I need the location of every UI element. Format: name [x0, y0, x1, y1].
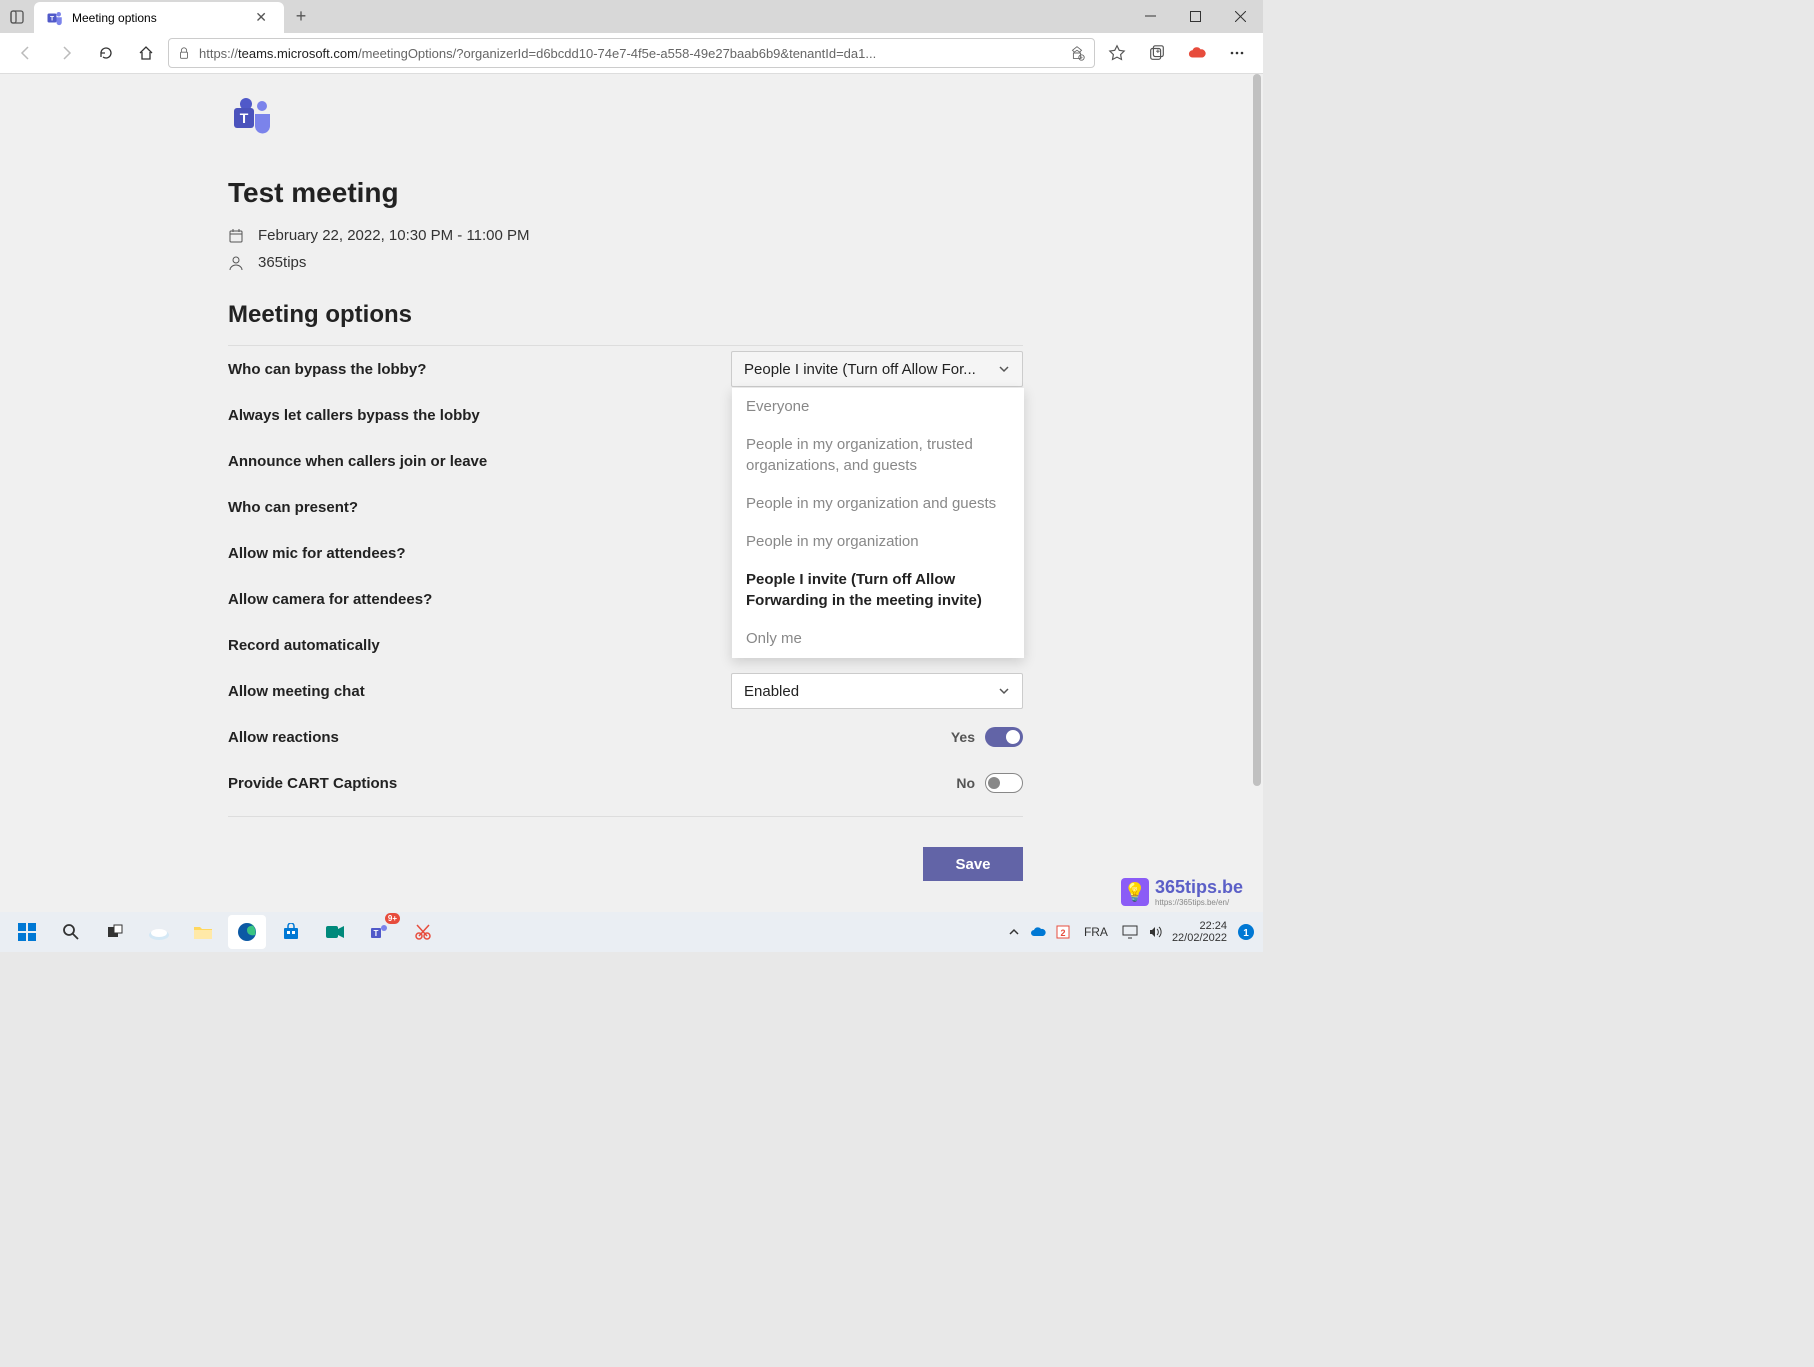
lobby-option[interactable]: People in my organization: [732, 523, 1024, 561]
record-label: Record automatically: [228, 637, 380, 654]
chevron-down-icon: [998, 363, 1010, 375]
reactions-label: Allow reactions: [228, 729, 339, 746]
organizer-row: 365tips: [228, 254, 1023, 271]
svg-text:T: T: [374, 929, 379, 938]
watermark: 💡 365tips.be https://365tips.be/en/: [1121, 877, 1243, 907]
system-tray: 2 FRA 22:24 22/02/2022 1: [1008, 920, 1255, 944]
refresh-button[interactable]: [88, 37, 124, 69]
maximize-button[interactable]: [1173, 0, 1218, 33]
browser-tab[interactable]: T Meeting options ✕: [34, 2, 284, 33]
notification-center-icon[interactable]: 1: [1237, 923, 1255, 941]
notification-badge: 9+: [385, 913, 400, 924]
tab-title: Meeting options: [72, 11, 242, 25]
scrollbar-vertical[interactable]: [1251, 74, 1263, 912]
chevron-up-icon[interactable]: [1008, 926, 1020, 938]
chat-dropdown-value: Enabled: [744, 683, 998, 700]
lightbulb-icon: 💡: [1121, 878, 1149, 906]
task-view-button[interactable]: [96, 915, 134, 949]
page-viewport: T Test meeting February 22, 2022, 10:30 …: [0, 74, 1251, 912]
onedrive-tray-icon[interactable]: [1030, 926, 1046, 938]
language-indicator[interactable]: FRA: [1080, 925, 1112, 939]
meeting-datetime-row: February 22, 2022, 10:30 PM - 11:00 PM: [228, 227, 1023, 244]
volume-icon[interactable]: [1148, 925, 1162, 939]
tray-icon[interactable]: 2: [1056, 925, 1070, 939]
chat-label: Allow meeting chat: [228, 683, 365, 700]
url-text: https://teams.microsoft.com/meetingOptio…: [199, 46, 876, 61]
lock-icon: [177, 46, 191, 60]
announce-label: Announce when callers join or leave: [228, 453, 487, 470]
reactions-state: Yes: [951, 729, 975, 745]
divider: [228, 816, 1023, 817]
calendar-icon: [228, 228, 244, 244]
window-titlebar: T Meeting options ✕ +: [0, 0, 1263, 33]
home-button[interactable]: [128, 37, 164, 69]
cart-state: No: [956, 775, 975, 791]
search-button[interactable]: [52, 915, 90, 949]
teams-icon: T: [46, 9, 64, 27]
cart-label: Provide CART Captions: [228, 775, 397, 792]
taskbar-app[interactable]: [140, 915, 178, 949]
lobby-dropdown[interactable]: People I invite (Turn off Allow For... E…: [731, 351, 1023, 387]
cart-toggle[interactable]: [985, 773, 1023, 793]
address-bar[interactable]: https://teams.microsoft.com/meetingOptio…: [168, 38, 1095, 68]
lobby-label: Who can bypass the lobby?: [228, 361, 426, 378]
section-title: Meeting options: [228, 301, 1023, 329]
cloud-icon[interactable]: [1179, 37, 1215, 69]
forward-button[interactable]: [48, 37, 84, 69]
meeting-datetime: February 22, 2022, 10:30 PM - 11:00 PM: [258, 227, 530, 244]
chat-dropdown[interactable]: Enabled: [731, 673, 1023, 709]
lobby-dropdown-menu: Everyone People in my organization, trus…: [732, 388, 1024, 658]
meeting-title: Test meeting: [228, 177, 1023, 209]
file-explorer-button[interactable]: [184, 915, 222, 949]
close-tab-icon[interactable]: ✕: [250, 7, 272, 28]
tab-actions-button[interactable]: [0, 0, 34, 33]
lobby-option[interactable]: People in my organization and guests: [732, 485, 1024, 523]
svg-text:2: 2: [1060, 928, 1065, 938]
organizer-name: 365tips: [258, 254, 306, 271]
minimize-button[interactable]: [1128, 0, 1173, 33]
reactions-toggle[interactable]: [985, 727, 1023, 747]
lobby-option-selected[interactable]: People I invite (Turn off Allow Forwardi…: [732, 561, 1024, 620]
start-button[interactable]: [8, 915, 46, 949]
teams-logo: T: [228, 94, 276, 142]
favorites-icon[interactable]: [1099, 37, 1135, 69]
display-tray-icon[interactable]: [1122, 925, 1138, 939]
save-button[interactable]: Save: [923, 847, 1023, 881]
back-button[interactable]: [8, 37, 44, 69]
scrollbar-thumb[interactable]: [1253, 74, 1261, 786]
new-tab-button[interactable]: +: [284, 0, 318, 33]
chevron-down-icon: [998, 685, 1010, 697]
lobby-dropdown-value: People I invite (Turn off Allow For...: [744, 361, 998, 378]
store-button[interactable]: [272, 915, 310, 949]
mic-label: Allow mic for attendees?: [228, 545, 406, 562]
svg-text:+: +: [1080, 55, 1083, 61]
lobby-option[interactable]: Everyone: [732, 388, 1024, 426]
lobby-option[interactable]: People in my organization, trusted organ…: [732, 426, 1024, 485]
svg-text:T: T: [240, 110, 249, 126]
menu-icon[interactable]: [1219, 37, 1255, 69]
teams-taskbar-button[interactable]: T 9+: [360, 915, 398, 949]
reading-mode-icon[interactable]: +: [1068, 44, 1086, 62]
camera-label: Allow camera for attendees?: [228, 591, 432, 608]
clock[interactable]: 22:24 22/02/2022: [1172, 920, 1227, 944]
edge-button[interactable]: [228, 915, 266, 949]
close-window-button[interactable]: [1218, 0, 1263, 33]
callers-bypass-label: Always let callers bypass the lobby: [228, 407, 480, 424]
browser-toolbar: https://teams.microsoft.com/meetingOptio…: [0, 33, 1263, 74]
collections-icon[interactable]: [1139, 37, 1175, 69]
windows-taskbar: T 9+ 2 FRA 22:24 22/02/2022 1: [0, 912, 1263, 952]
person-icon: [228, 255, 244, 271]
lobby-option[interactable]: Only me: [732, 620, 1024, 658]
present-label: Who can present?: [228, 499, 358, 516]
meet-button[interactable]: [316, 915, 354, 949]
snip-button[interactable]: [404, 915, 442, 949]
svg-text:1: 1: [1243, 928, 1249, 939]
